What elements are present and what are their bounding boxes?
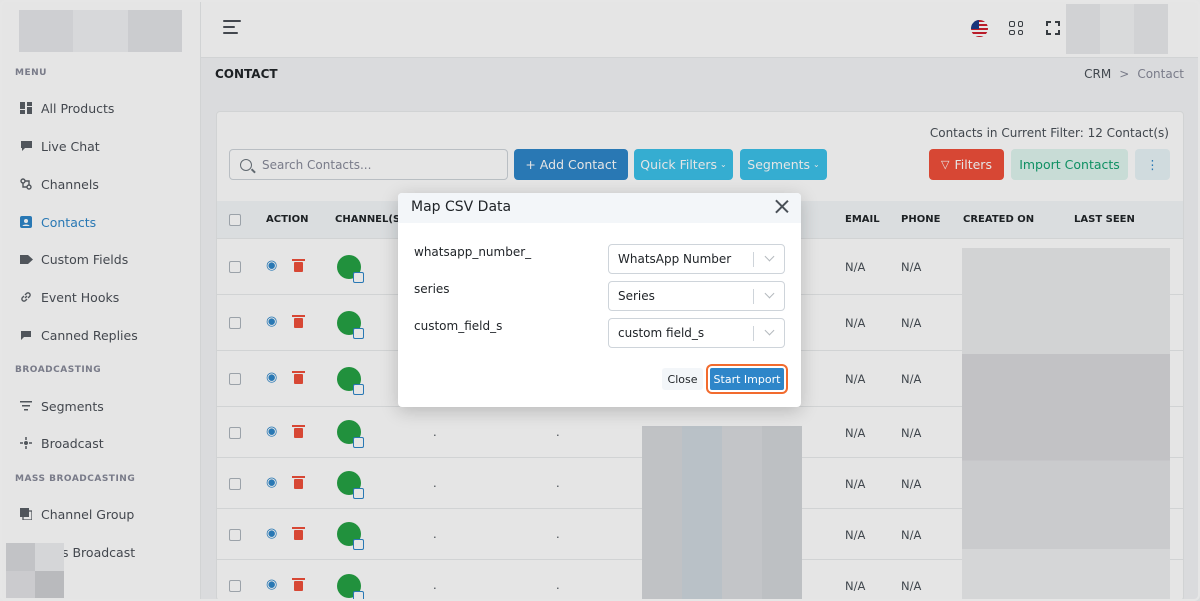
close-button[interactable]: Close bbox=[662, 368, 703, 390]
field-mapping-select[interactable]: WhatsApp Number bbox=[608, 244, 785, 274]
modal-title: Map CSV Data bbox=[411, 199, 512, 215]
chevron-down-icon bbox=[764, 325, 775, 336]
csv-field-label: custom_field_s bbox=[414, 319, 503, 333]
csv-field-label: whatsapp_number_ bbox=[414, 245, 532, 259]
chevron-down-icon bbox=[764, 251, 775, 262]
selected-value: WhatsApp Number bbox=[618, 252, 732, 266]
start-import-button[interactable]: Start Import bbox=[708, 366, 786, 392]
selected-value: custom field_s bbox=[618, 326, 705, 340]
csv-field-label: series bbox=[414, 282, 450, 296]
selected-value: Series bbox=[618, 289, 655, 303]
chevron-down-icon bbox=[764, 288, 775, 299]
map-csv-dialog: Map CSV Data whatsapp_number_ WhatsApp N… bbox=[398, 193, 801, 407]
close-icon[interactable] bbox=[775, 199, 789, 213]
field-mapping-select[interactable]: custom field_s bbox=[608, 318, 785, 348]
field-mapping-select[interactable]: Series bbox=[608, 281, 785, 311]
modal-header: Map CSV Data bbox=[398, 193, 801, 223]
